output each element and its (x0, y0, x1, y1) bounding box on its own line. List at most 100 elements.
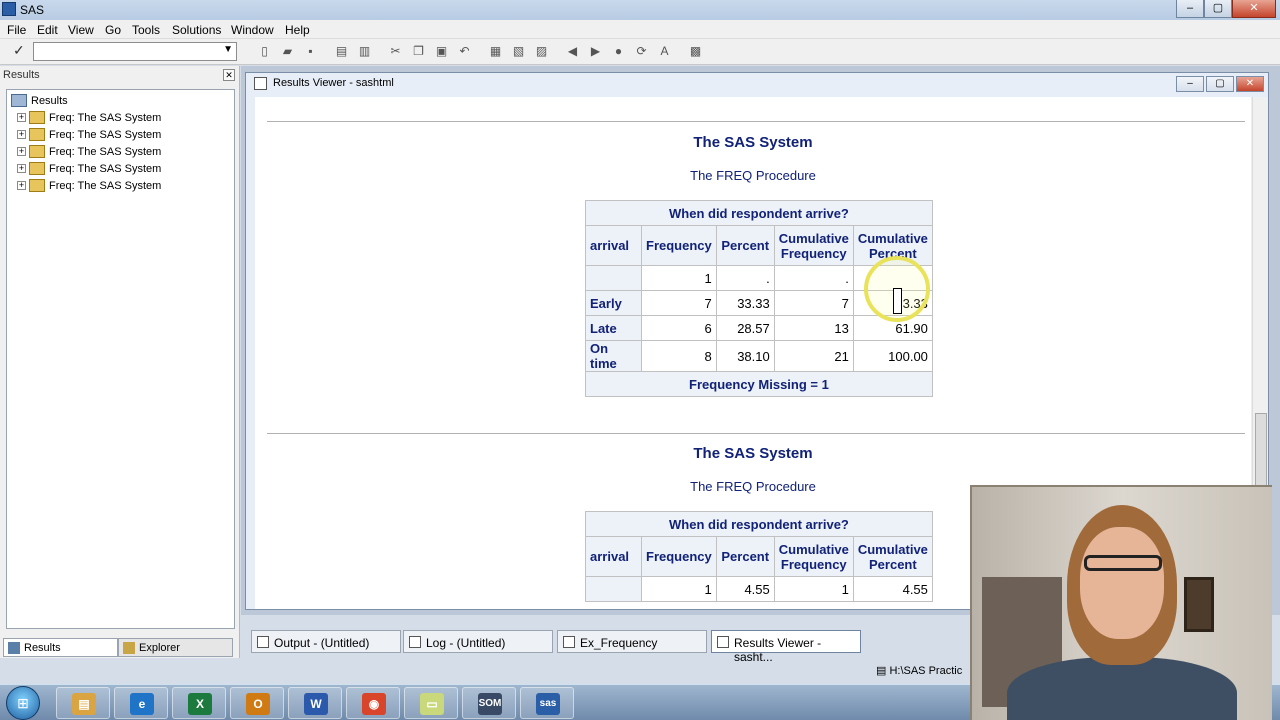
undo-icon[interactable]: ↶ (456, 43, 473, 60)
tab-log[interactable]: Log - (Untitled) (403, 630, 553, 653)
back-arrow-icon[interactable]: ◀ (564, 43, 581, 60)
menu-go[interactable]: Go (105, 23, 121, 37)
cell-cum-frequency: . (773, 265, 854, 291)
menu-file[interactable]: File (7, 23, 26, 37)
results-pane-header: Results (3, 69, 40, 81)
expand-icon[interactable]: + (17, 164, 26, 173)
print-preview-icon[interactable]: ▥ (356, 43, 373, 60)
taskbar-folder[interactable]: ▭ (404, 687, 458, 719)
folder-icon (29, 145, 45, 158)
taskbar-sas[interactable]: sas (520, 687, 574, 719)
folder-icon (29, 111, 45, 124)
results-icon (8, 642, 20, 654)
command-box[interactable]: ▼ (33, 42, 237, 61)
menu-solutions[interactable]: Solutions (172, 23, 221, 37)
help-book-icon[interactable]: ▩ (687, 43, 704, 60)
cut-icon[interactable]: ✂ (387, 43, 404, 60)
cell-percent: 28.57 (715, 315, 775, 341)
minimize-button[interactable]: – (1176, 76, 1204, 92)
menu-edit[interactable]: Edit (37, 23, 58, 37)
find-icon[interactable]: ▨ (533, 43, 550, 60)
close-button[interactable]: ✕ (1236, 76, 1264, 92)
tab-label: Ex_Frequency (580, 636, 658, 650)
tab-explorer[interactable]: Explorer (118, 638, 233, 657)
tree-root[interactable]: Results (11, 94, 68, 107)
taskbar-som[interactable]: SOM (462, 687, 516, 719)
sas-explorer-icon[interactable]: ▧ (510, 43, 527, 60)
tree-root-label: Results (31, 94, 68, 107)
cell-frequency: 7 (641, 290, 717, 316)
cell-frequency: 6 (641, 315, 717, 341)
row-header: Early (585, 290, 642, 316)
sas-app-icon (2, 2, 16, 16)
editor-icon (563, 636, 575, 648)
restore-button[interactable]: ▢ (1206, 76, 1234, 92)
refresh-icon[interactable]: ⟳ (633, 43, 650, 60)
maximize-button[interactable]: ▢ (1204, 0, 1232, 18)
new-library-icon[interactable]: ▦ (487, 43, 504, 60)
font-icon[interactable]: A (656, 43, 673, 60)
taskbar-internet-explorer[interactable]: e (114, 687, 168, 719)
menu-bar: File Edit View Go Tools Solutions Window… (0, 20, 1280, 39)
paste-icon[interactable]: ▣ (433, 43, 450, 60)
webcam-presenter-glasses (1084, 555, 1162, 571)
excel-icon: X (188, 693, 212, 715)
start-button[interactable]: ⊞ (6, 686, 40, 720)
close-button[interactable]: ✕ (1232, 0, 1276, 18)
taskbar-explorer[interactable]: ▤ (56, 687, 110, 719)
taskbar-chrome[interactable]: ◉ (346, 687, 400, 719)
print-icon[interactable]: ▤ (333, 43, 350, 60)
results-pane: Results ✕ Results + Freq: The SAS System… (0, 66, 240, 658)
table-footer: Frequency Missing = 1 (585, 371, 933, 397)
menu-view[interactable]: View (68, 23, 94, 37)
tree-item[interactable]: + Freq: The SAS System (17, 128, 161, 141)
tab-editor[interactable]: Ex_Frequency (557, 630, 707, 653)
taskbar-word[interactable]: W (288, 687, 342, 719)
menu-window[interactable]: Window (231, 23, 274, 37)
expand-icon[interactable]: + (17, 130, 26, 139)
cell-cum-frequency: 13 (773, 315, 854, 341)
window-controls: – ▢ ✕ (1176, 0, 1276, 18)
chevron-down-icon[interactable]: ▼ (223, 44, 233, 55)
folder-icon: ▤ (876, 665, 890, 677)
webcam-picture-frame (1184, 577, 1214, 632)
window-tabs: Output - (Untitled) Log - (Untitled) Ex_… (241, 628, 971, 664)
column-header-line: Cumulative (778, 541, 849, 557)
results-tree: Results + Freq: The SAS System + Freq: T… (6, 89, 235, 629)
tab-label: Output - (Untitled) (274, 636, 370, 650)
tree-item[interactable]: + Freq: The SAS System (17, 145, 161, 158)
tab-results[interactable]: Results (3, 638, 118, 657)
window-title: Results Viewer - sashtml (273, 77, 394, 89)
html-viewer-icon (717, 636, 729, 648)
save-icon[interactable]: ▪ (302, 43, 319, 60)
minimize-button[interactable]: – (1176, 0, 1204, 18)
tree-item[interactable]: + Freq: The SAS System (17, 179, 161, 192)
copy-icon[interactable]: ❐ (410, 43, 427, 60)
tree-item[interactable]: + Freq: The SAS System (17, 162, 161, 175)
menu-tools[interactable]: Tools (132, 23, 160, 37)
expand-icon[interactable]: + (17, 181, 26, 190)
tab-results-viewer[interactable]: Results Viewer - sasht... (711, 630, 861, 664)
expand-icon[interactable]: + (17, 113, 26, 122)
column-header: Percent (715, 225, 775, 266)
stop-icon[interactable]: ● (610, 43, 627, 60)
forward-arrow-icon[interactable]: ▶ (587, 43, 604, 60)
tree-item-label: Freq: The SAS System (49, 145, 162, 158)
open-icon[interactable]: ▰ (279, 43, 296, 60)
taskbar-outlook[interactable]: O (230, 687, 284, 719)
cell-percent: 4.55 (715, 576, 775, 602)
new-icon[interactable]: ▯ (256, 43, 273, 60)
tree-item[interactable]: + Freq: The SAS System (17, 111, 161, 124)
close-icon[interactable]: ✕ (223, 69, 235, 81)
checkmark-icon[interactable]: ✓ (13, 42, 25, 59)
expand-icon[interactable]: + (17, 147, 26, 156)
menu-help[interactable]: Help (285, 23, 310, 37)
column-header: arrival (585, 536, 642, 577)
taskbar-excel[interactable]: X (172, 687, 226, 719)
cell-cum-frequency: 1 (773, 576, 854, 602)
column-header-line: Cumulative (857, 230, 928, 246)
scrollbar-thumb[interactable] (1255, 413, 1267, 493)
tab-output[interactable]: Output - (Untitled) (251, 630, 401, 653)
system-title: The SAS System (693, 134, 813, 151)
tab-label: Log - (Untitled) (426, 636, 506, 650)
